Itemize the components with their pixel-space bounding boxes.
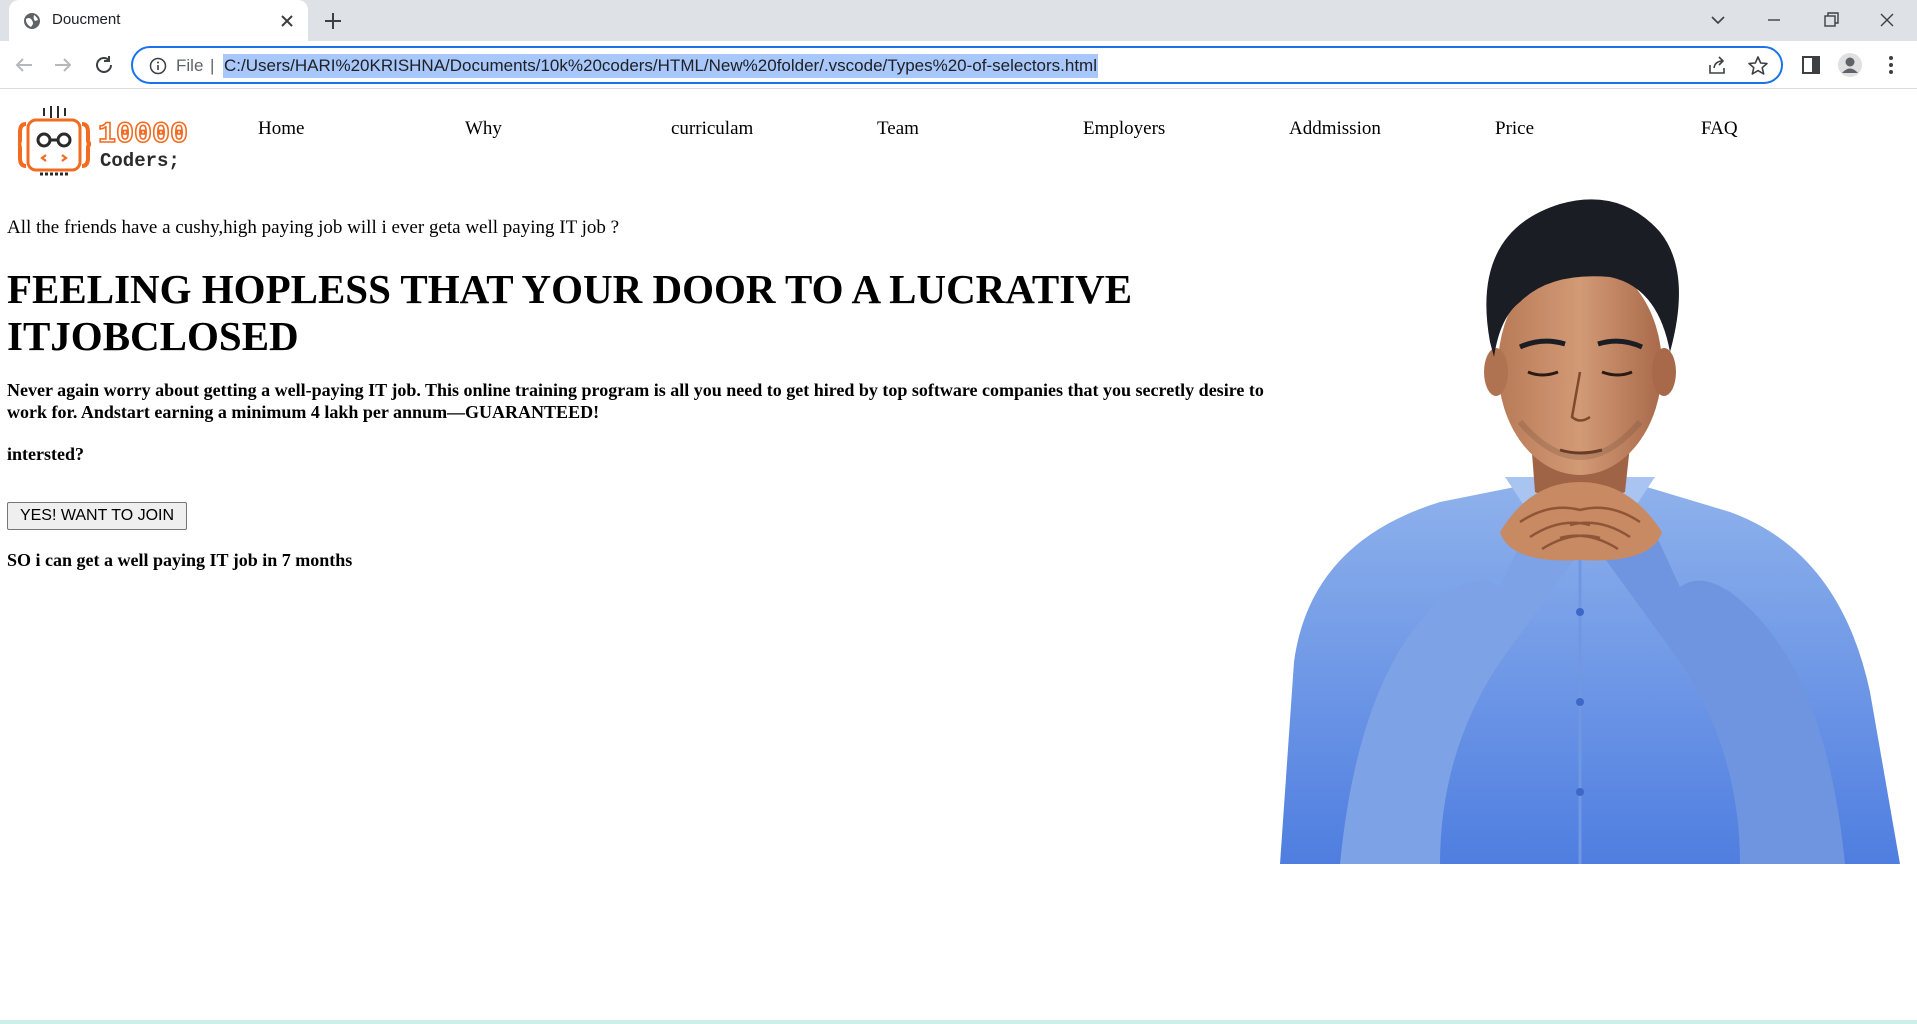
url-separator: |: [210, 56, 215, 75]
hero-tagline: All the friends have a cushy,high paying…: [7, 217, 620, 238]
hero-description: Never again worry about getting a well-p…: [7, 380, 1264, 422]
tab-title: Doucment: [52, 11, 121, 28]
url-scheme-label: File: [176, 56, 204, 75]
browser-tab-strip: Doucment: [0, 0, 1917, 41]
nav-link-why[interactable]: Why: [465, 118, 502, 140]
close-window-icon[interactable]: [1874, 8, 1900, 32]
profile-avatar-icon[interactable]: [1837, 52, 1863, 78]
nav-link-curriculam[interactable]: curriculam: [671, 118, 753, 140]
nav-link-faq[interactable]: FAQ: [1701, 118, 1738, 140]
nav-link-team[interactable]: Team: [877, 118, 919, 140]
restore-icon[interactable]: [1818, 8, 1844, 32]
nav-link-employers[interactable]: Employers: [1083, 118, 1165, 140]
close-icon[interactable]: [277, 11, 297, 31]
logo-word: Coders;: [100, 150, 180, 172]
nav-link-home[interactable]: Home: [258, 118, 304, 140]
back-arrow-icon[interactable]: [12, 53, 36, 77]
share-icon[interactable]: [1706, 55, 1728, 77]
minimize-icon[interactable]: [1761, 8, 1787, 32]
side-panel-icon[interactable]: [1798, 52, 1824, 78]
url-text[interactable]: C:/Users/HARI%20KRISHNA/Documents/10k%20…: [223, 54, 1098, 78]
hero-person-image: [1280, 199, 1900, 864]
globe-icon: [24, 13, 40, 29]
more-menu-icon[interactable]: [1878, 52, 1904, 78]
hero-question: intersted?: [7, 444, 84, 464]
nav-link-price[interactable]: Price: [1495, 118, 1534, 140]
forward-arrow-icon[interactable]: [51, 53, 75, 77]
nav-link-addmission[interactable]: Addmission: [1289, 118, 1381, 140]
bottom-divider: [0, 1020, 1917, 1024]
reload-icon[interactable]: [92, 53, 116, 77]
info-icon[interactable]: [149, 57, 167, 75]
hero-outcome: SO i can get a well paying IT job in 7 m…: [7, 550, 353, 570]
join-button[interactable]: YES! WANT TO JOIN: [7, 502, 187, 530]
address-bar[interactable]: File | C:/Users/HARI%20KRISHNA/Documents…: [131, 46, 1783, 84]
logo-digits: 10000: [98, 118, 188, 152]
site-logo[interactable]: 10000 Coders;: [18, 106, 198, 182]
browser-tab[interactable]: Doucment: [9, 0, 308, 41]
chevron-down-icon[interactable]: [1705, 8, 1731, 32]
new-tab-icon[interactable]: [322, 10, 344, 32]
bookmark-star-icon[interactable]: [1747, 55, 1769, 77]
hero-headline: FEELING HOPLESS THAT YOUR DOOR TO A LUCR…: [7, 266, 1133, 359]
browser-toolbar: File | C:/Users/HARI%20KRISHNA/Documents…: [0, 41, 1917, 89]
web-page: 10000 Coders; Home Why curriculam Team E…: [0, 90, 1917, 1024]
